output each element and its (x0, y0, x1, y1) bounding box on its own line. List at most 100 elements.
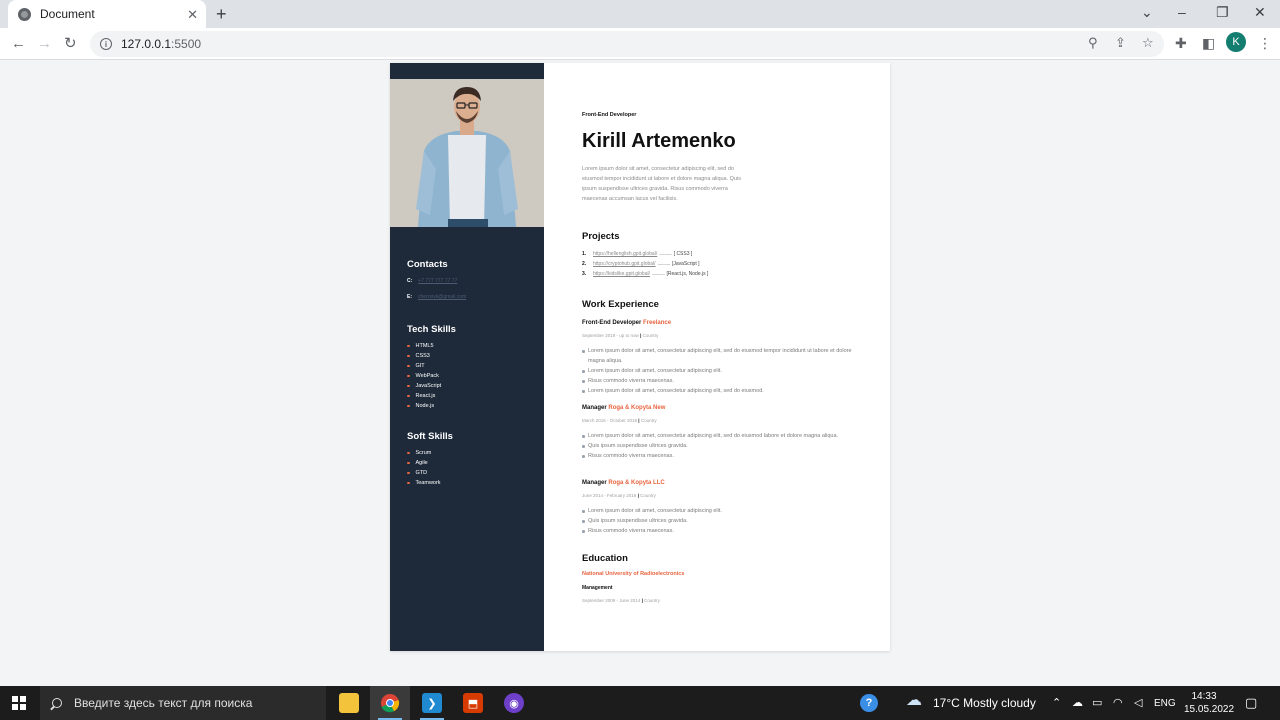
clock-date: 15.05.2022 (1184, 704, 1235, 715)
list-item: Node.js (407, 401, 441, 411)
project-item: 3. https://kidslike.gpit.global/ .......… (582, 271, 709, 277)
project-link[interactable]: https://cryptohub.gpit.global/ (593, 261, 656, 267)
side-panel-icon[interactable]: ◧ (1202, 34, 1215, 52)
list-item: Agile (407, 458, 441, 468)
job-company: Freelance (643, 320, 672, 326)
job-dates: March 2016 - October 2018 | Country (582, 418, 657, 423)
forward-button[interactable]: → (37, 34, 52, 54)
tab-strip: Document ✕ + ⌄ – ❐ ✕ (0, 0, 1280, 28)
education-heading: Education (582, 553, 628, 564)
close-window-button[interactable]: ✕ (1254, 3, 1266, 21)
contacts-heading: Contacts (407, 259, 448, 270)
address-bar[interactable]: i 127.0.0.1:5500 (90, 31, 1164, 57)
email-link[interactable]: chernovk@gmail.com (418, 294, 466, 300)
soft-skills-list: Scrum Agile GTD Teamwork (407, 448, 441, 488)
notifications-icon[interactable]: ▢ (1245, 696, 1257, 710)
chrome-icon (381, 694, 400, 713)
list-item: Teamwork (407, 478, 441, 488)
vscode-icon: ❯ (422, 693, 442, 713)
tech-skills-list: HTML5 CSS3 GIT WebPack JavaScript React.… (407, 341, 442, 411)
site-info-icon[interactable]: i (100, 38, 112, 50)
job-title: Manager Roga & Kopyta New (582, 405, 666, 411)
list-item: JavaScript (407, 381, 442, 391)
tab-search-icon[interactable]: ⌄ (1141, 3, 1153, 21)
tech-skills-heading: Tech Skills (407, 324, 456, 335)
folder-icon (339, 693, 359, 713)
project-item: 2. https://cryptohub.gpit.global/ ......… (582, 261, 700, 267)
job-title: Manager Roga & Kopyta LLC (582, 480, 665, 486)
zoom-icon[interactable]: ⚲ (1088, 34, 1098, 52)
profile-avatar[interactable]: K (1226, 32, 1246, 52)
education-faculty: Management (582, 585, 613, 591)
minimize-button[interactable]: – (1178, 3, 1186, 21)
profile-photo (390, 79, 544, 227)
list-item: Lorem ipsum dolor sit amet, consectetur … (582, 386, 854, 396)
contact-email: E: chernovk@gmail.com (407, 294, 467, 300)
help-icon[interactable]: ? (860, 694, 878, 712)
reload-button[interactable]: ↻ (64, 34, 77, 54)
cloud-weather-icon: ☁ (906, 692, 922, 709)
phone-link[interactable]: +7 777 777 77 77 (418, 278, 457, 284)
office-icon: ⬒ (463, 693, 483, 713)
extensions-icon[interactable]: ✚ (1175, 34, 1187, 52)
job-duties: Lorem ipsum dolor sit amet, consectetur … (582, 346, 854, 396)
weather-text[interactable]: 17°C Mostly cloudy (933, 686, 1036, 720)
about-text: Lorem ipsum dolor sit amet, consectetur … (582, 166, 741, 202)
list-item: Lorem ipsum dolor sit amet, consectetur … (582, 346, 854, 366)
back-button[interactable]: ← (11, 34, 26, 54)
battery-icon[interactable]: ▭ (1092, 696, 1102, 710)
chrome-app[interactable] (370, 686, 410, 720)
list-item: WebPack (407, 371, 441, 381)
list-item: HTML5 (407, 341, 441, 351)
github-icon: ◉ (504, 693, 524, 713)
job-company: Roga & Kopyta New (608, 405, 666, 411)
language-indicator[interactable]: ENG (1154, 686, 1176, 720)
search-placeholder: Введите здесь текст для поиска (74, 696, 253, 710)
windows-start-button[interactable] (12, 696, 26, 710)
url-text: 127.0.0.1:5500 (121, 37, 202, 51)
bookmark-star-icon[interactable]: ☆ (1142, 34, 1154, 52)
list-item: Lorem ipsum dolor sit amet, consectetur … (582, 366, 854, 376)
list-item: Risus commodo viverra maecenas. (582, 451, 854, 461)
search-icon (52, 698, 62, 708)
globe-icon (18, 7, 31, 21)
education-university: National University of Radioelectronics (582, 571, 685, 577)
restore-button[interactable]: ❐ (1216, 3, 1229, 21)
new-tab-button[interactable]: + (216, 4, 227, 24)
browser-menu-icon[interactable]: ⋮ (1258, 34, 1272, 52)
list-item: React.js (407, 391, 441, 401)
list-item: Quis ipsum suspendisse ultrices gravida. (582, 516, 854, 526)
list-item: Risus commodo viverra maecenas. (582, 526, 854, 536)
wifi-icon[interactable]: ◠ (1113, 696, 1123, 710)
candidate-name: Kirill Artemenko (582, 130, 736, 152)
project-item: 1. https://hellenglish.gpit.global/ ....… (582, 251, 693, 257)
job-duties: Lorem ipsum dolor sit amet, consectetur … (582, 431, 854, 461)
office-app[interactable]: ⬒ (453, 686, 493, 720)
list-item: Scrum (407, 448, 441, 458)
chevron-up-icon[interactable]: ⌃ (1052, 696, 1061, 710)
education-dates: September 2009 - June 2014 | Country (582, 598, 660, 603)
contact-phone: C: +7 777 777 77 77 (407, 278, 458, 284)
volume-icon[interactable]: ◁ (1134, 696, 1142, 710)
file-explorer-app[interactable] (329, 686, 369, 720)
onedrive-icon[interactable]: ☁ (1072, 696, 1083, 710)
tab-title: Document (40, 7, 95, 21)
list-item: CSS3 (407, 351, 441, 361)
list-item: Lorem ipsum dolor sit amet, consectetur … (582, 506, 854, 516)
taskbar-search[interactable]: Введите здесь текст для поиска (40, 686, 326, 720)
clock[interactable]: 14:33 15.05.2022 (1184, 690, 1235, 716)
browser-toolbar: ← → ↻ i 127.0.0.1:5500 ⚲ ⇪ ☆ ✚ ◧ K ⋮ (0, 28, 1280, 60)
project-link[interactable]: https://kidslike.gpit.global/ (593, 271, 650, 277)
job-dates: June 2014 - February 2016 | Country (582, 493, 656, 498)
job-title: Front-End Developer Freelance (582, 320, 672, 326)
tab-document[interactable]: Document ✕ (8, 0, 206, 28)
projects-heading: Projects (582, 231, 620, 242)
vscode-app[interactable]: ❯ (412, 686, 452, 720)
taskbar: Введите здесь текст для поиска ❯ ⬒ ◉ ? ☁… (0, 686, 1280, 720)
close-tab-icon[interactable]: ✕ (187, 8, 198, 21)
project-link[interactable]: https://hellenglish.gpit.global/ (593, 251, 657, 257)
list-item: GIT (407, 361, 441, 371)
share-icon[interactable]: ⇪ (1115, 34, 1126, 52)
soft-skills-heading: Soft Skills (407, 431, 453, 442)
github-desktop-app[interactable]: ◉ (494, 686, 534, 720)
